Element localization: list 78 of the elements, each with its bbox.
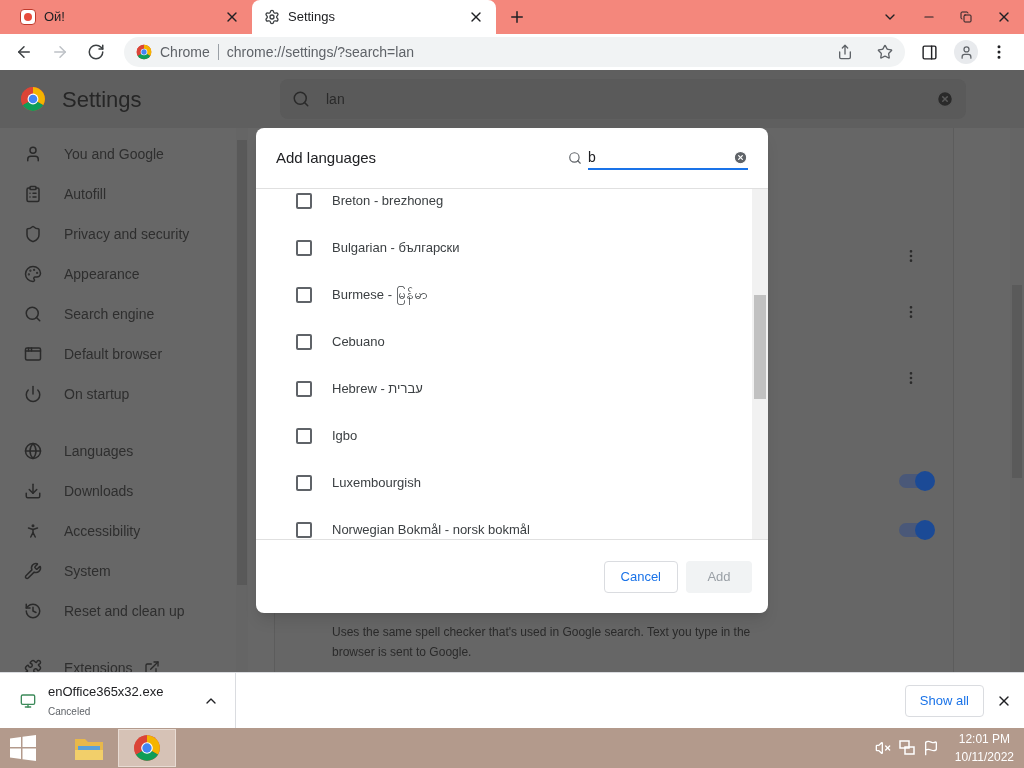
checkbox[interactable] — [296, 239, 312, 256]
browser-window-icon — [24, 345, 42, 363]
speaker-muted-icon[interactable] — [874, 740, 891, 756]
search-field[interactable]: b — [588, 146, 748, 170]
chrome-icon — [133, 734, 161, 762]
checkbox[interactable] — [296, 521, 312, 538]
taskbar-app[interactable] — [118, 729, 176, 767]
new-tab-icon[interactable] — [508, 8, 526, 26]
reload-icon — [87, 43, 105, 61]
chrome-icon — [136, 44, 152, 60]
sidebar-item[interactable]: You and Google — [64, 143, 164, 165]
language-name: Norwegian Bokmål - norsk bokmål — [332, 520, 530, 539]
sidebar-item[interactable]: On startup — [64, 383, 130, 405]
language-name: Hebrew - עברית — [332, 379, 423, 398]
search-icon — [292, 90, 310, 108]
tab-title: Settings — [288, 8, 336, 27]
file-name[interactable]: enOffice365x32.exe — [48, 681, 203, 702]
globe-icon — [24, 442, 42, 460]
chrome-logo — [20, 86, 46, 112]
clock-date[interactable]: 10/11/2022 — [954, 748, 1014, 766]
checkbox[interactable] — [296, 427, 312, 444]
sidebar-item[interactable]: Default browser — [64, 343, 163, 365]
scrollbar-thumb[interactable] — [754, 295, 766, 399]
dialog-title: Add languages — [276, 147, 378, 168]
gear-icon — [264, 9, 280, 25]
sidebar-item[interactable]: Search engine — [64, 303, 155, 325]
language-name: Igbo — [332, 426, 358, 445]
checkbox[interactable] — [296, 474, 312, 491]
profile-avatar[interactable] — [954, 40, 978, 64]
sidebar-item[interactable]: System — [64, 560, 111, 582]
shield-icon — [24, 225, 42, 243]
person-icon — [24, 145, 42, 163]
puzzle-icon — [24, 659, 42, 672]
download-icon — [24, 482, 42, 500]
checkbox[interactable] — [296, 333, 312, 350]
toggle-switch[interactable] — [899, 473, 933, 488]
checkbox[interactable] — [296, 380, 312, 397]
sidebar-item[interactable]: Reset and clean up — [64, 600, 185, 622]
search-icon — [24, 305, 42, 323]
page-title: Settings — [62, 85, 142, 114]
clipboard-icon — [24, 185, 42, 203]
windows-start-icon[interactable] — [10, 735, 36, 761]
language-name: Luxembourgish — [332, 473, 421, 492]
share-icon[interactable] — [837, 44, 853, 60]
sidebar-item[interactable]: Extensions — [64, 657, 133, 672]
sidebar-item[interactable]: Appearance — [64, 263, 140, 285]
power-icon — [24, 385, 42, 403]
sidebar-item[interactable]: Accessibility — [64, 520, 141, 542]
star-icon[interactable] — [877, 44, 893, 60]
checkbox[interactable] — [296, 192, 312, 209]
checkbox[interactable] — [296, 286, 312, 303]
address-bar[interactable]: Chrome chrome://settings/?search=lan — [124, 37, 905, 67]
url-text: chrome://settings/?search=lan — [226, 42, 414, 62]
search-icon — [568, 151, 582, 165]
history-icon — [24, 602, 42, 620]
right-arrow-icon — [51, 43, 69, 61]
sidebar-item[interactable]: Downloads — [64, 480, 134, 502]
palette-icon — [24, 265, 42, 283]
download-status: Canceled — [48, 705, 92, 720]
show-all-button[interactable]: Show all — [904, 684, 984, 717]
language-name: Cebuano — [332, 332, 385, 351]
browser-tab[interactable]: Ой! — [8, 0, 252, 34]
restore-icon[interactable] — [960, 11, 972, 23]
language-name: Burmese - မြန်မာ — [332, 284, 428, 305]
sidebar-item[interactable]: Languages — [64, 440, 134, 462]
site-label: Chrome — [160, 42, 210, 62]
wrench-icon — [24, 562, 42, 580]
sidebar-item[interactable]: Privacy and security — [64, 223, 190, 245]
language-name: Breton - brezhoneg — [332, 191, 444, 210]
dialog-button[interactable]: Cancel — [603, 560, 678, 593]
toggle-switch[interactable] — [899, 522, 933, 537]
language-name: Bulgarian - български — [332, 238, 460, 257]
browser-tab[interactable]: Settings — [252, 0, 496, 34]
tab-title: Ой! — [44, 8, 66, 27]
flag-icon[interactable] — [922, 740, 939, 756]
sidebar-item[interactable]: Autofill — [64, 183, 107, 205]
side-panel-icon[interactable] — [921, 43, 938, 61]
clock-time[interactable]: 12:01 PM — [958, 730, 1011, 748]
